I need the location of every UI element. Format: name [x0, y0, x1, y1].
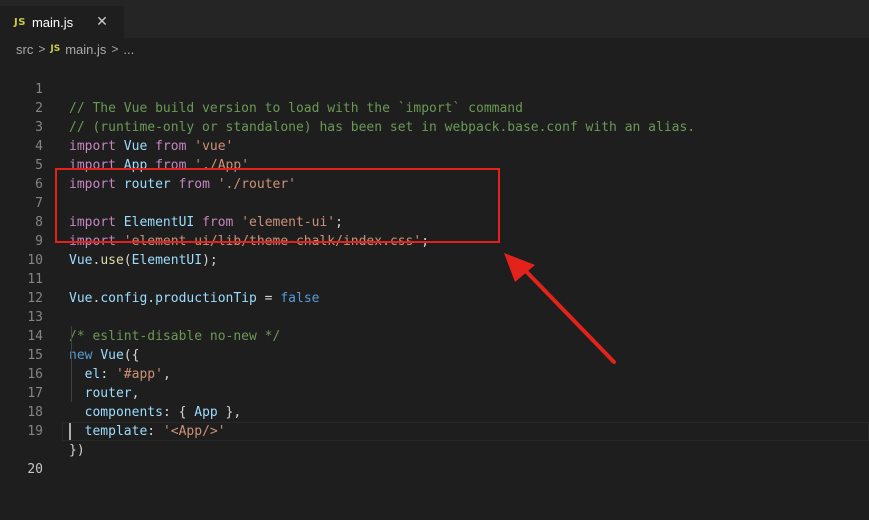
arrow-shaft — [517, 262, 616, 364]
editor-window: JS main.js ✕ src > JS main.js > ... 1 //… — [0, 0, 869, 520]
annotation-arrow — [504, 253, 616, 364]
